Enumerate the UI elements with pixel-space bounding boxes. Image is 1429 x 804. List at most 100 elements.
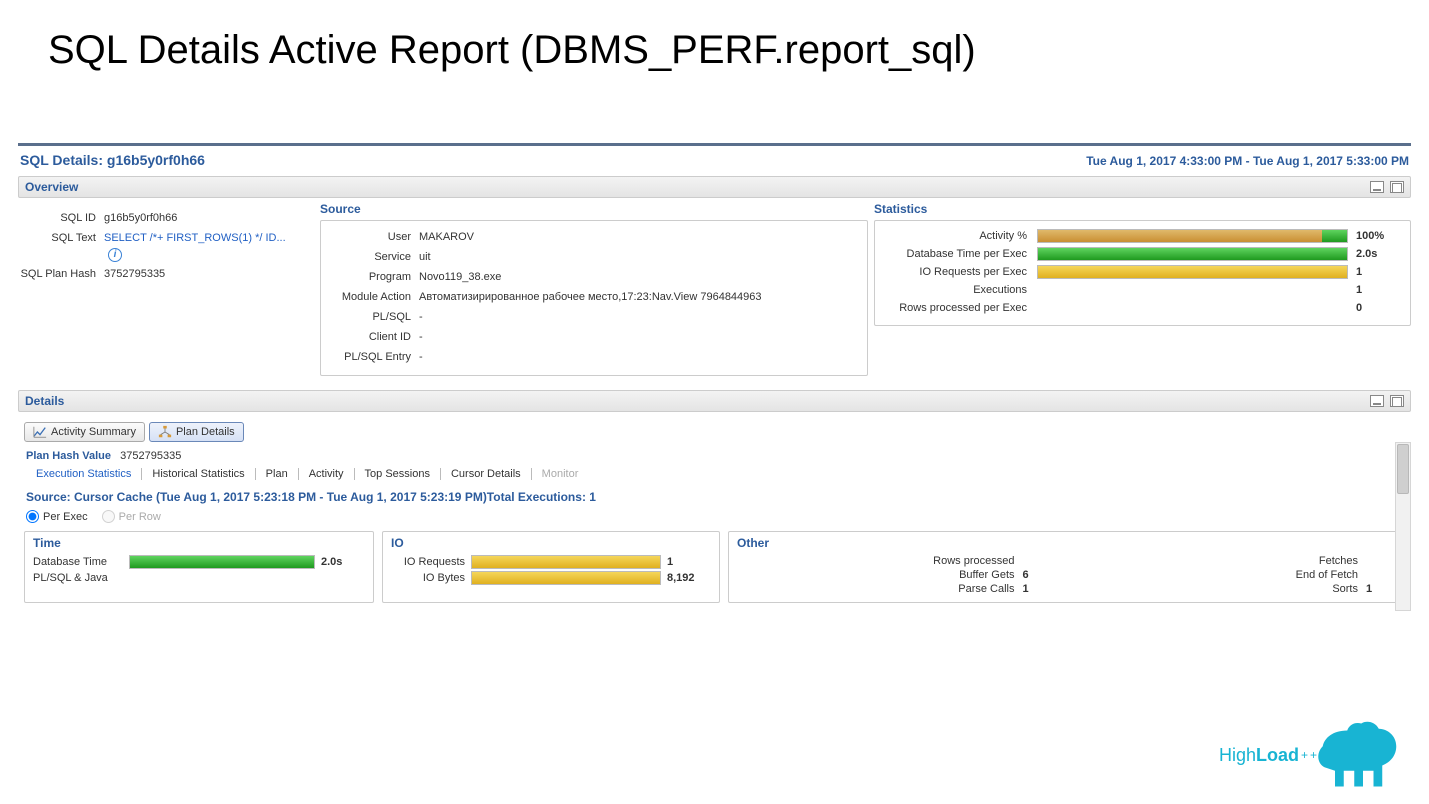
maximize-icon[interactable]	[1390, 181, 1404, 193]
tab-plan-details[interactable]: Plan Details	[149, 422, 244, 442]
sub-tabs: Execution Statistics Historical Statisti…	[18, 468, 1411, 486]
sql-id-value: g16b5y0rf0h66	[104, 210, 306, 226]
plan-hash-line: Plan Hash Value 3752795335	[18, 450, 1411, 468]
report-header: SQL Details: g16b5y0rf0h66 Tue Aug 1, 20…	[18, 146, 1411, 172]
info-icon[interactable]: i	[108, 248, 122, 262]
brand-logo: HighLoad++	[1219, 720, 1401, 790]
other-sorts-label: Sorts	[1081, 583, 1367, 595]
stat-activity: Activity % 100%	[883, 227, 1396, 245]
radio-per-exec-input[interactable]	[26, 510, 39, 523]
exec-source-line: Source: Cursor Cache (Tue Aug 1, 2017 5:…	[18, 486, 1411, 508]
source-panel-title: Source	[320, 202, 868, 216]
stat-activity-val: 100%	[1356, 230, 1396, 242]
stat-exec-label: Executions	[883, 284, 1037, 296]
tree-icon	[158, 425, 172, 439]
other-fetches-val	[1366, 555, 1396, 567]
subtab-historical[interactable]: Historical Statistics	[142, 468, 255, 480]
service-label: Service	[329, 249, 419, 265]
metric-plsql-label: PL/SQL & Java	[33, 572, 129, 584]
scrollbar-thumb[interactable]	[1397, 444, 1409, 494]
stat-rows: Rows processed per Exec 0	[883, 299, 1396, 317]
plan-hash-link[interactable]: 3752795335	[104, 266, 306, 282]
tab-activity-summary[interactable]: Activity Summary	[24, 422, 145, 442]
details-body: Activity Summary Plan Details Plan Hash …	[18, 412, 1411, 611]
plan-hash-value-label: Plan Hash Value	[26, 450, 111, 462]
scrollbar-vertical[interactable]	[1395, 442, 1411, 611]
metric-io-bytes: IO Bytes 8,192	[391, 570, 711, 586]
other-parse-label: Parse Calls	[737, 583, 1023, 595]
plsql-value: -	[419, 309, 859, 325]
overview-ids: SQL ID g16b5y0rf0h66 SQL Text SELECT /*+…	[18, 202, 314, 376]
chart-line-icon	[33, 425, 47, 439]
service-link[interactable]: uit	[419, 249, 859, 265]
metric-io-bytes-label: IO Bytes	[391, 572, 471, 584]
stat-exec-val: 1	[1356, 284, 1396, 296]
metrics-other: Other Rows processed Buffer Gets6 Parse …	[728, 531, 1405, 603]
detail-tabs: Activity Summary Plan Details	[24, 422, 1411, 442]
other-eof-label: End of Fetch	[1081, 569, 1367, 581]
metrics-time-title: Time	[33, 536, 365, 550]
dbtime-bar	[1037, 247, 1348, 261]
plsql-entry-label: PL/SQL Entry	[329, 349, 419, 365]
other-rows-val	[1023, 555, 1053, 567]
subtab-top-sessions[interactable]: Top Sessions	[355, 468, 441, 480]
metrics-io: IO IO Requests 1 IO Bytes 8,192	[382, 531, 720, 603]
app-container: SQL Details: g16b5y0rf0h66 Tue Aug 1, 20…	[18, 143, 1411, 611]
subtab-exec-stats[interactable]: Execution Statistics	[26, 468, 142, 480]
stat-dbtime-val: 2.0s	[1356, 248, 1396, 260]
user-label: User	[329, 229, 419, 245]
report-title: SQL Details: g16b5y0rf0h66	[20, 152, 205, 168]
minimize-icon[interactable]	[1370, 395, 1384, 407]
program-link[interactable]: Novo119_38.exe	[419, 269, 859, 285]
radio-per-row-input	[102, 510, 115, 523]
other-fetches-label: Fetches	[1081, 555, 1367, 567]
user-link[interactable]: MAKAROV	[419, 229, 859, 245]
sql-text-label: SQL Text	[18, 230, 104, 262]
other-eof-val	[1366, 569, 1396, 581]
overview-body: SQL ID g16b5y0rf0h66 SQL Text SELECT /*+…	[18, 198, 1411, 386]
report-sql-id: g16b5y0rf0h66	[107, 152, 205, 168]
minimize-icon[interactable]	[1370, 181, 1384, 193]
clientid-value: -	[419, 329, 859, 345]
overview-stats-col: Statistics Activity % 100% Database Time…	[874, 202, 1411, 376]
metric-dbtime-val: 2.0s	[321, 556, 365, 568]
stat-io-label: IO Requests per Exec	[883, 266, 1037, 278]
activity-bar	[1037, 229, 1348, 243]
metric-io-bytes-bar	[471, 571, 661, 585]
per-exec-row-radio: Per Exec Per Row	[18, 508, 1411, 531]
metric-io-req-bar	[471, 555, 661, 569]
metric-dbtime-bar	[129, 555, 315, 569]
details-title: Details	[25, 394, 64, 408]
tab-activity-summary-label: Activity Summary	[51, 426, 136, 438]
subtab-plan[interactable]: Plan	[256, 468, 299, 480]
other-sorts-val: 1	[1366, 583, 1396, 595]
module-link[interactable]: Автоматизирированное рабочее место,17:23…	[419, 289, 859, 305]
source-panel: UserMAKAROV Serviceuit ProgramNovo119_38…	[320, 220, 868, 376]
module-label: Module Action	[329, 289, 419, 305]
overview-title: Overview	[25, 180, 78, 194]
stat-activity-label: Activity %	[883, 230, 1037, 242]
radio-per-row: Per Row	[102, 510, 161, 523]
plan-hash-label: SQL Plan Hash	[18, 266, 104, 282]
plsql-entry-value: -	[419, 349, 859, 365]
stat-io: IO Requests per Exec 1	[883, 263, 1396, 281]
sql-text-row: SQL Text SELECT /*+ FIRST_ROWS(1) */ ID.…	[18, 228, 306, 264]
metric-dbtime: Database Time 2.0s	[33, 554, 365, 570]
brand-text-b: Load	[1256, 745, 1299, 766]
metrics-time: Time Database Time 2.0s PL/SQL & Java	[24, 531, 374, 603]
plan-hash-row: SQL Plan Hash 3752795335	[18, 264, 306, 284]
metrics-other-title: Other	[737, 536, 1396, 550]
program-label: Program	[329, 269, 419, 285]
metrics-io-title: IO	[391, 536, 711, 550]
metric-io-bytes-val: 8,192	[667, 572, 711, 584]
stats-panel-title: Statistics	[874, 202, 1411, 216]
sql-text-link[interactable]: SELECT /*+ FIRST_ROWS(1) */ ID...	[104, 232, 286, 244]
subtab-activity[interactable]: Activity	[299, 468, 355, 480]
subtab-cursor-details[interactable]: Cursor Details	[441, 468, 532, 480]
maximize-icon[interactable]	[1390, 395, 1404, 407]
other-parse-val: 1	[1023, 583, 1053, 595]
other-buffer-label: Buffer Gets	[737, 569, 1023, 581]
radio-per-exec[interactable]: Per Exec	[26, 510, 88, 523]
overview-source-col: Source UserMAKAROV Serviceuit ProgramNov…	[320, 202, 868, 376]
brand-text-a: High	[1219, 745, 1256, 766]
